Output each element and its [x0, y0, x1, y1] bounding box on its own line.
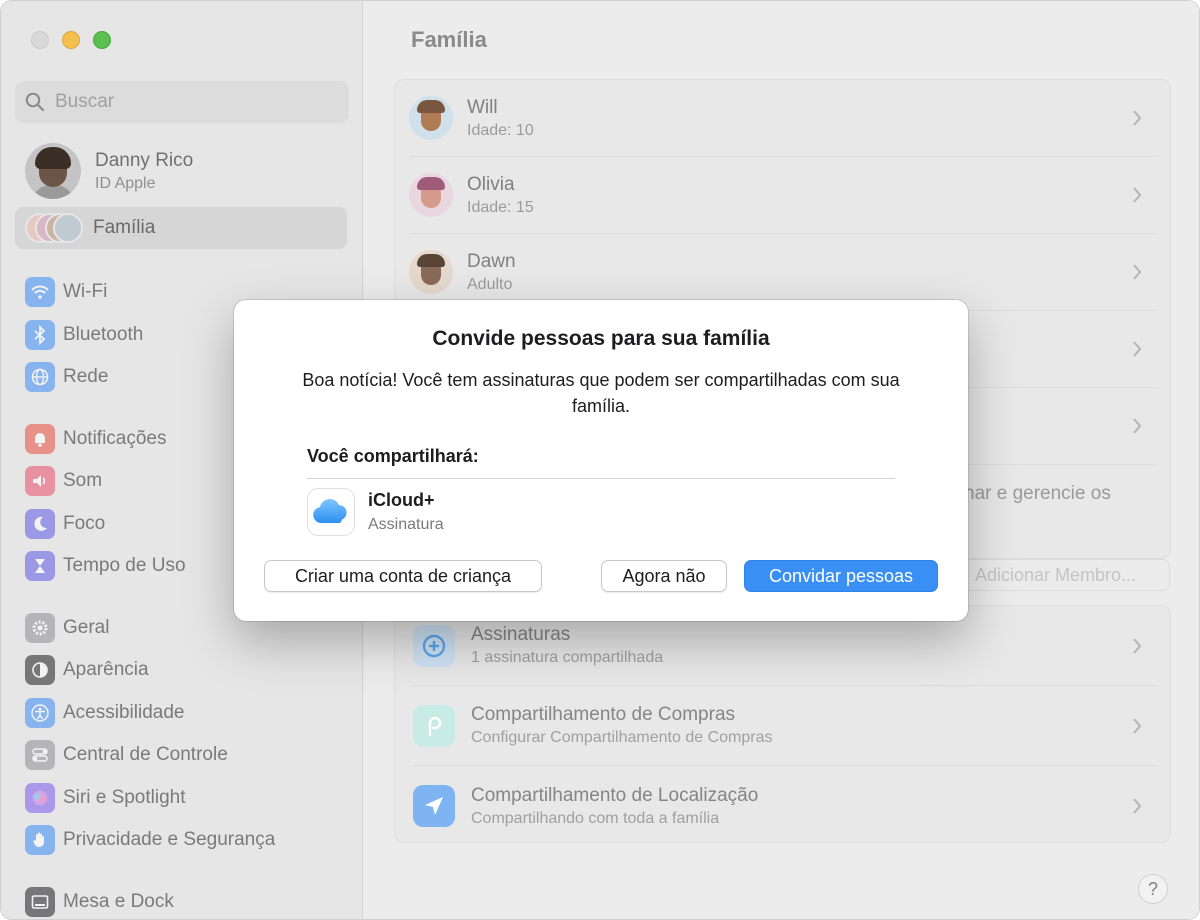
moon-icon [25, 508, 55, 539]
dock-icon [25, 886, 55, 917]
member-name: Will [467, 96, 498, 118]
sidebar-item-label: Bluetooth [63, 323, 144, 345]
minimize-window-button[interactable] [62, 31, 80, 49]
sidebar-item-label: Central de Controle [63, 744, 228, 766]
appearance-icon [25, 655, 55, 686]
invite-people-button[interactable]: Convidar pessoas [744, 560, 938, 592]
sidebar-item-label: Notificações [63, 427, 167, 449]
sidebar-item-family[interactable]: Família [15, 207, 347, 249]
member-detail: Adulto [467, 275, 513, 293]
feature-row-location-sharing[interactable]: Compartilhamento de Localização Comparti… [413, 766, 1156, 846]
sidebar-item-aparencia[interactable]: Aparência [25, 649, 345, 692]
share-section-label: Você compartilhará: [307, 446, 479, 466]
sidebar-item-label: Siri e Spotlight [63, 786, 186, 808]
feature-title: Assinaturas [471, 624, 571, 645]
sidebar-item-label: Tempo de Uso [63, 555, 186, 577]
accessibility-icon [25, 697, 55, 728]
purchase-sharing-icon [413, 704, 455, 747]
sidebar-item-label: Rede [63, 366, 109, 388]
subscription-name: iCloud+ [368, 490, 435, 510]
chevron-right-icon [1133, 341, 1142, 357]
member-row-will[interactable]: Will Idade: 10 [409, 80, 1156, 157]
sidebar-item-label: Mesa e Dock [63, 890, 174, 912]
account-name: Danny Rico [95, 149, 194, 171]
sidebar-item-mesa-e-dock[interactable]: Mesa e Dock [25, 881, 345, 920]
window-controls [31, 31, 111, 49]
bluetooth-icon [25, 319, 55, 350]
bell-icon [25, 423, 55, 454]
member-detail: Idade: 15 [467, 198, 534, 216]
wifi-icon [25, 277, 55, 308]
zoom-window-button[interactable] [93, 31, 111, 49]
sidebar-item-siri-e-spotlight[interactable]: Siri e Spotlight [25, 777, 345, 820]
avatar [25, 143, 81, 199]
sidebar-item-label: Família [93, 217, 156, 238]
search-icon [25, 92, 45, 112]
search-input[interactable] [55, 91, 315, 113]
feature-title: Compartilhamento de Localização [471, 784, 759, 806]
divider [307, 478, 895, 479]
sidebar-item-label: Acessibilidade [63, 701, 185, 723]
location-arrow-icon [413, 785, 455, 827]
account-subtitle: ID Apple [95, 174, 156, 192]
shared-subscription-item: iCloud+ Assinatura [307, 488, 444, 536]
siri-icon [25, 782, 55, 813]
feature-subtitle: 1 assinatura compartilhada [471, 649, 664, 666]
sidebar-item-label: Wi-Fi [63, 281, 108, 303]
hand-icon [25, 825, 55, 856]
hourglass-icon [25, 551, 55, 582]
subscriptions-icon [413, 624, 455, 667]
family-avatars [25, 213, 83, 243]
family-features-list: Assinaturas 1 assinatura compartilhada C… [394, 605, 1171, 843]
family-description-partial: har e gerencie os [964, 483, 1111, 504]
page-title: Família [411, 27, 487, 52]
subscription-type: Assinatura [368, 516, 444, 533]
system-settings-window: Danny Rico ID Apple Família Wi-Fi Bluetoo… [0, 0, 1200, 920]
not-now-button[interactable]: Agora não [601, 560, 727, 592]
feature-title: Compartilhamento de Compras [471, 704, 736, 725]
dialog-title: Convide pessoas para sua família [432, 327, 770, 350]
chevron-right-icon [1133, 187, 1142, 203]
chevron-right-icon [1133, 717, 1142, 734]
invite-family-dialog: Convide pessoas para sua família Boa not… [234, 300, 968, 621]
icloud-icon [307, 488, 355, 536]
chevron-right-icon [1133, 264, 1142, 280]
member-row-olivia[interactable]: Olivia Idade: 15 [409, 157, 1156, 234]
sidebar-item-label: Som [63, 470, 103, 492]
feature-row-purchase-sharing[interactable]: Compartilhamento de Compras Configurar C… [413, 686, 1156, 766]
gear-icon [25, 612, 55, 643]
dialog-message: Boa notícia! Você tem assinaturas que po… [302, 370, 900, 416]
help-button[interactable]: ? [1138, 874, 1168, 904]
sidebar-item-acessibilidade[interactable]: Acessibilidade [25, 692, 345, 735]
chevron-right-icon [1133, 798, 1142, 814]
control-center-icon [25, 740, 55, 771]
member-name: Olivia [467, 173, 515, 195]
member-avatar [409, 173, 453, 217]
add-member-button[interactable]: Adicionar Membro... [964, 559, 1170, 591]
search-field[interactable] [15, 81, 349, 123]
member-avatar [409, 250, 453, 294]
member-avatar [409, 96, 453, 140]
close-window-button[interactable] [31, 31, 49, 49]
apple-id-account[interactable]: Danny Rico ID Apple [25, 143, 193, 199]
member-name: Dawn [467, 250, 516, 272]
speaker-icon [25, 466, 55, 497]
sidebar-item-label: Geral [63, 616, 110, 638]
sidebar-item-label: Aparência [63, 659, 149, 681]
chevron-right-icon [1133, 418, 1142, 434]
sidebar-item-privacidade-e-seguranca[interactable]: Privacidade e Segurança [25, 819, 345, 862]
feature-subtitle: Configurar Compartilhamento de Compras [471, 729, 773, 746]
globe-icon [25, 362, 55, 393]
sidebar-item-central-de-controle[interactable]: Central de Controle [25, 734, 345, 777]
sidebar-item-label: Privacidade e Segurança [63, 829, 276, 851]
member-detail: Idade: 10 [467, 121, 534, 139]
create-child-account-button[interactable]: Criar uma conta de criança [264, 560, 542, 592]
chevron-right-icon [1133, 110, 1142, 126]
sidebar-item-label: Foco [63, 512, 106, 534]
feature-subtitle: Compartilhando com toda a família [471, 809, 720, 827]
chevron-right-icon [1133, 637, 1142, 654]
